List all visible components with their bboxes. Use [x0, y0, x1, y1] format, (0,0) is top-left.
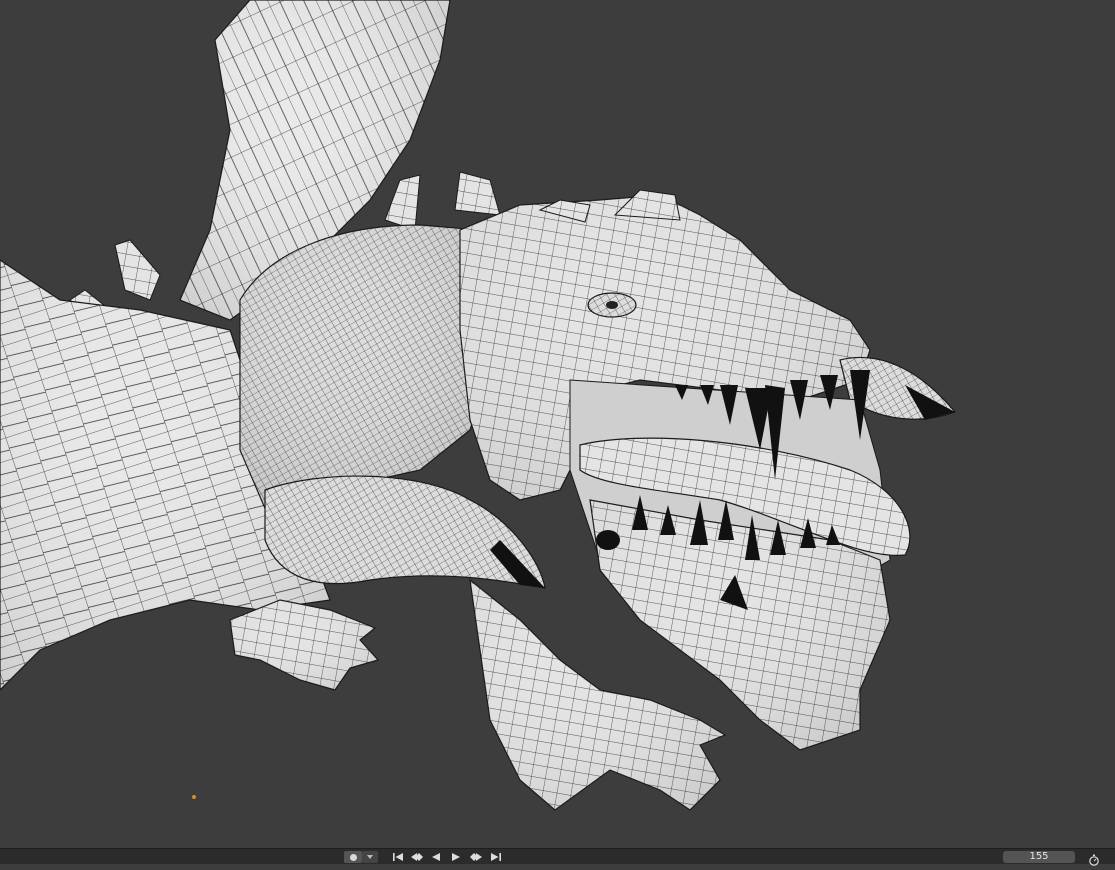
record-dot-icon[interactable]	[344, 851, 362, 863]
spine-spike-1	[384, 174, 421, 231]
current-frame-field[interactable]: 155	[1003, 851, 1075, 863]
play-reverse-icon[interactable]	[428, 851, 444, 863]
dragon-mesh	[0, 0, 957, 811]
spine-spike-3	[114, 239, 161, 301]
origin-marker	[192, 795, 196, 799]
jump-to-start-icon[interactable]	[390, 851, 406, 863]
jump-to-end-icon[interactable]	[488, 851, 504, 863]
spine-spike-2	[454, 171, 501, 216]
stopwatch-icon[interactable]	[1087, 851, 1101, 866]
timeline-bar: 155	[0, 848, 1115, 866]
chevron-down-icon[interactable]	[362, 851, 378, 863]
3d-viewport[interactable]	[0, 0, 1115, 848]
play-icon[interactable]	[448, 851, 464, 863]
jump-to-next-keyframe-icon[interactable]	[466, 851, 486, 863]
horn-lower	[264, 475, 546, 589]
jump-to-previous-keyframe-icon[interactable]	[407, 851, 427, 863]
head-horn-right	[613, 189, 681, 221]
